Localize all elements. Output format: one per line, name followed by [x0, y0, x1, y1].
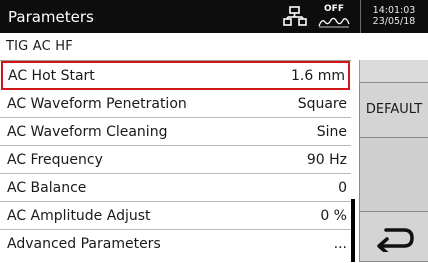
back-button[interactable] — [359, 211, 428, 262]
process-mode-label: TIG AC HF — [6, 39, 73, 54]
parameter-value: 0 — [338, 180, 347, 196]
scrollbar-thumb[interactable] — [351, 199, 355, 262]
parameter-value: 90 Hz — [306, 152, 347, 168]
parameter-label: AC Waveform Penetration — [7, 96, 187, 112]
network-icon — [283, 6, 307, 31]
parameter-value: Square — [297, 96, 347, 112]
default-button-label: DEFAULT — [365, 102, 423, 117]
parameter-row-ac-balance[interactable]: AC Balance 0 — [0, 174, 351, 202]
parameter-row-ac-amplitude-adjust[interactable]: AC Amplitude Adjust 0 % — [0, 202, 351, 230]
off-status-label: OFF — [324, 4, 344, 14]
parameter-label: AC Balance — [7, 180, 87, 196]
parameter-row-advanced-parameters[interactable]: Advanced Parameters ... — [0, 230, 351, 257]
parameter-label: AC Amplitude Adjust — [7, 208, 151, 224]
clock-time: 14:01:03 — [372, 5, 416, 16]
softkey-empty — [359, 138, 428, 211]
parameter-label: AC Hot Start — [8, 68, 95, 84]
parameter-row-ac-waveform-cleaning[interactable]: AC Waveform Cleaning Sine — [0, 118, 351, 146]
parameter-label: AC Frequency — [7, 152, 103, 168]
clock-date: 23/05/18 — [372, 16, 416, 27]
parameter-value: 1.6 mm — [291, 68, 345, 84]
return-arrow-icon — [377, 228, 414, 252]
parameter-label: AC Waveform Cleaning — [7, 124, 168, 140]
default-button[interactable]: DEFAULT — [359, 82, 428, 138]
off-wave-icon: OFF — [314, 4, 354, 30]
clock: 14:01:03 23/05/18 — [362, 5, 426, 27]
parameter-row-ac-frequency[interactable]: AC Frequency 90 Hz — [0, 146, 351, 174]
page-title: Parameters — [8, 8, 94, 26]
parameter-value: Sine — [316, 124, 347, 140]
parameter-row-ac-hot-start[interactable]: AC Hot Start 1.6 mm — [1, 61, 350, 90]
parameter-label: Advanced Parameters — [7, 236, 161, 252]
parameter-list: AC Hot Start 1.6 mm AC Waveform Penetrat… — [0, 60, 351, 263]
title-bar: Parameters OFF 14:01:03 23/05/18 — [0, 0, 428, 33]
header-divider — [360, 0, 361, 33]
parameter-value: 0 % — [320, 208, 347, 224]
parameter-row-ac-waveform-penetration[interactable]: AC Waveform Penetration Square — [0, 90, 351, 118]
parameter-value: ... — [333, 236, 347, 252]
